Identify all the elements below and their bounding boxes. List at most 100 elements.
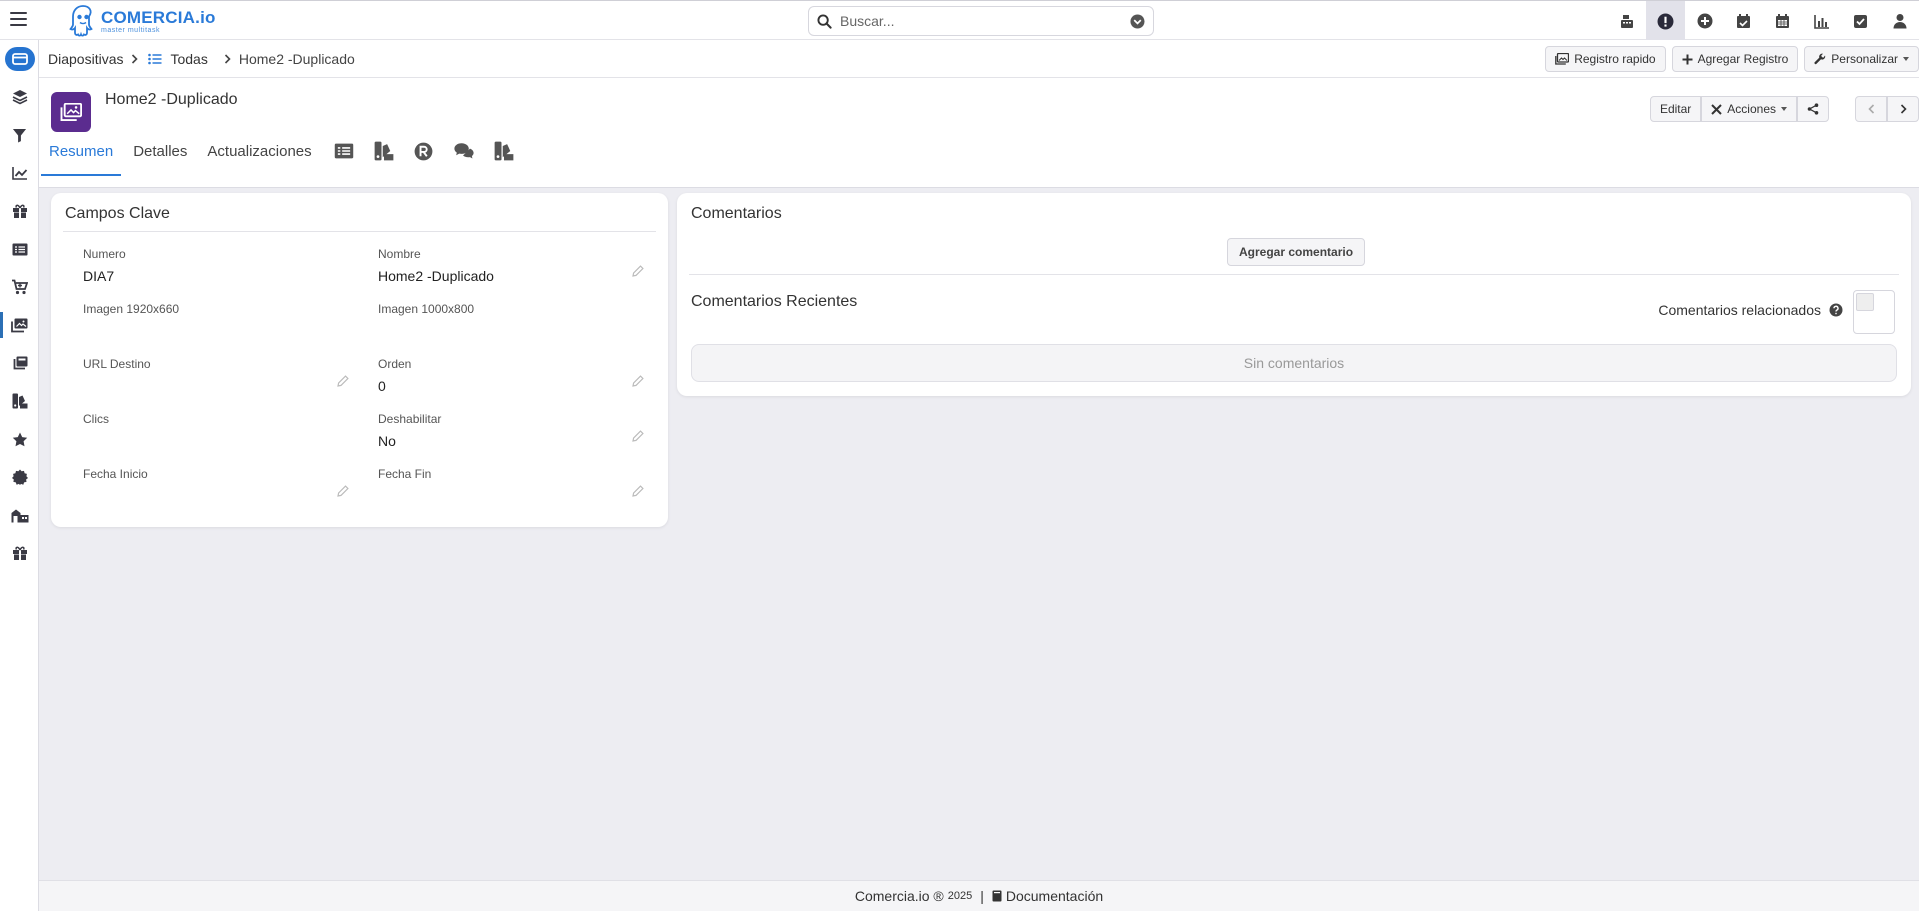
- field-imagen-1000x800: Imagen 1000x800: [378, 302, 658, 342]
- toggle-knob: [1856, 293, 1874, 311]
- tab-summary[interactable]: Resumen: [41, 126, 122, 176]
- pencil-icon[interactable]: [337, 485, 349, 497]
- field-fecha-fin: Fecha Fin: [378, 467, 658, 507]
- field-value: [83, 323, 363, 339]
- chevron-right-icon: [1900, 104, 1907, 114]
- tab-updates[interactable]: Actualizaciones: [199, 126, 319, 176]
- next-record-button[interactable]: [1887, 96, 1919, 122]
- calendar-icon[interactable]: [1763, 1, 1802, 41]
- actions-dropdown-button[interactable]: Acciones: [1701, 96, 1797, 122]
- sidebar-item-layers[interactable]: [0, 78, 39, 116]
- help-icon[interactable]: [1829, 303, 1843, 317]
- quick-record-button[interactable]: Registro rapido: [1545, 46, 1666, 72]
- sidebar-item-copy[interactable]: [0, 344, 39, 382]
- field-imagen-1920x660: Imagen 1920x660: [83, 302, 363, 342]
- share-icon: [1807, 103, 1819, 115]
- tab-list[interactable]: [324, 126, 364, 176]
- warehouse-icon: [11, 509, 28, 522]
- brand-logo[interactable]: COMERCIA.io master multitask: [68, 3, 216, 39]
- sidebar-item-cart[interactable]: [0, 268, 39, 306]
- sidebar-item-chart[interactable]: [0, 154, 39, 192]
- field-value: [378, 323, 658, 339]
- caret-down-icon: [1903, 57, 1909, 61]
- field-nombre: Nombre Home2 -Duplicado: [378, 247, 658, 287]
- copy-icon: [13, 356, 27, 369]
- slides-icon: [11, 318, 28, 332]
- sidebar-item-warehouse[interactable]: [0, 496, 39, 534]
- chevron-left-icon: [1867, 104, 1874, 114]
- field-label: Imagen 1920x660: [83, 302, 180, 316]
- breadcrumb-record: Home2 -Duplicado: [238, 50, 355, 67]
- calendar-check-icon[interactable]: [1724, 1, 1763, 41]
- tab-swatch[interactable]: [364, 126, 404, 176]
- quick-record-label: Registro rapido: [1574, 52, 1656, 66]
- field-value: DIA7: [83, 268, 115, 284]
- cash-register-icon[interactable]: [1607, 1, 1646, 41]
- field-label: Deshabilitar: [378, 412, 442, 426]
- brand-tagline: master multitask: [101, 26, 160, 34]
- top-bar: COMERCIA.io master multitask: [0, 0, 1919, 41]
- add-comment-button[interactable]: Agregar comentario: [1227, 238, 1366, 266]
- sidebar-item-filter[interactable]: [0, 116, 39, 154]
- menu-icon[interactable]: [10, 12, 27, 26]
- pencil-icon[interactable]: [632, 375, 644, 387]
- swatch-icon: [12, 393, 27, 409]
- wrench-icon: [1814, 53, 1826, 65]
- sidebar-item-settings[interactable]: [0, 458, 39, 496]
- share-button[interactable]: [1797, 96, 1829, 122]
- page-title: Home2 -Duplicado: [105, 91, 238, 108]
- field-numero: Numero DIA7: [83, 247, 363, 287]
- left-sidebar: [0, 40, 39, 911]
- chevron-circle-down-icon[interactable]: [1130, 13, 1145, 29]
- related-comments-toggle[interactable]: [1853, 290, 1895, 334]
- add-record-label: Agregar Registro: [1697, 52, 1789, 66]
- sidebar-item-star[interactable]: [0, 420, 39, 458]
- plus-circle-icon[interactable]: [1685, 1, 1724, 41]
- sidebar-item-swatch[interactable]: [0, 382, 39, 420]
- tab-updates-label: Actualizaciones: [207, 142, 312, 160]
- field-value: No: [378, 433, 396, 449]
- registered-icon: [414, 142, 433, 160]
- field-label: Orden: [378, 357, 412, 371]
- field-value: [83, 433, 363, 449]
- pencil-icon[interactable]: [632, 265, 644, 277]
- alert-circle-icon[interactable]: [1646, 1, 1685, 41]
- bar-chart-icon[interactable]: [1802, 1, 1841, 41]
- divider: [63, 231, 656, 232]
- search-input[interactable]: [840, 13, 1130, 29]
- pencil-icon[interactable]: [632, 430, 644, 442]
- key-fields-title: Campos Clave: [65, 205, 170, 222]
- swatch-icon: [374, 141, 394, 161]
- field-fecha-inicio: Fecha Inicio: [83, 467, 363, 507]
- home-icon: [4, 47, 35, 71]
- cart-icon: [12, 279, 28, 295]
- customize-button[interactable]: Personalizar: [1804, 46, 1919, 72]
- record-action-group: Editar Acciones: [1649, 96, 1829, 122]
- sidebar-item-home[interactable]: [0, 40, 39, 78]
- user-icon[interactable]: [1880, 1, 1919, 41]
- breadcrumb-module[interactable]: Diapositivas: [48, 51, 123, 67]
- edit-button[interactable]: Editar: [1649, 96, 1702, 122]
- sidebar-item-slides[interactable]: [0, 306, 39, 344]
- comments-title: Comentarios: [691, 205, 782, 222]
- previous-record-button[interactable]: [1855, 96, 1887, 122]
- sidebar-item-gift-alt[interactable]: [0, 534, 39, 572]
- checkbox-icon[interactable]: [1841, 1, 1880, 41]
- tab-details[interactable]: Detalles: [125, 126, 195, 176]
- sidebar-item-gift[interactable]: [0, 192, 39, 230]
- add-record-button[interactable]: Agregar Registro: [1671, 46, 1799, 72]
- swatch-icon: [494, 141, 514, 161]
- documentation-link[interactable]: Documentación: [992, 888, 1103, 904]
- sidebar-item-list[interactable]: [0, 230, 39, 268]
- tab-registered[interactable]: [404, 126, 444, 176]
- tab-swatch-alt[interactable]: [484, 126, 524, 176]
- list-icon: [334, 143, 353, 159]
- pencil-icon[interactable]: [632, 485, 644, 497]
- pencil-icon[interactable]: [337, 375, 349, 387]
- field-deshabilitar: Deshabilitar No: [378, 412, 658, 452]
- field-value: 0: [378, 378, 386, 394]
- field-label: Imagen 1000x800: [378, 302, 475, 316]
- footer: Comercia.io ® 2025 | Documentación: [39, 880, 1919, 911]
- breadcrumb-list[interactable]: Todas: [170, 51, 207, 67]
- tab-comments[interactable]: [444, 126, 484, 176]
